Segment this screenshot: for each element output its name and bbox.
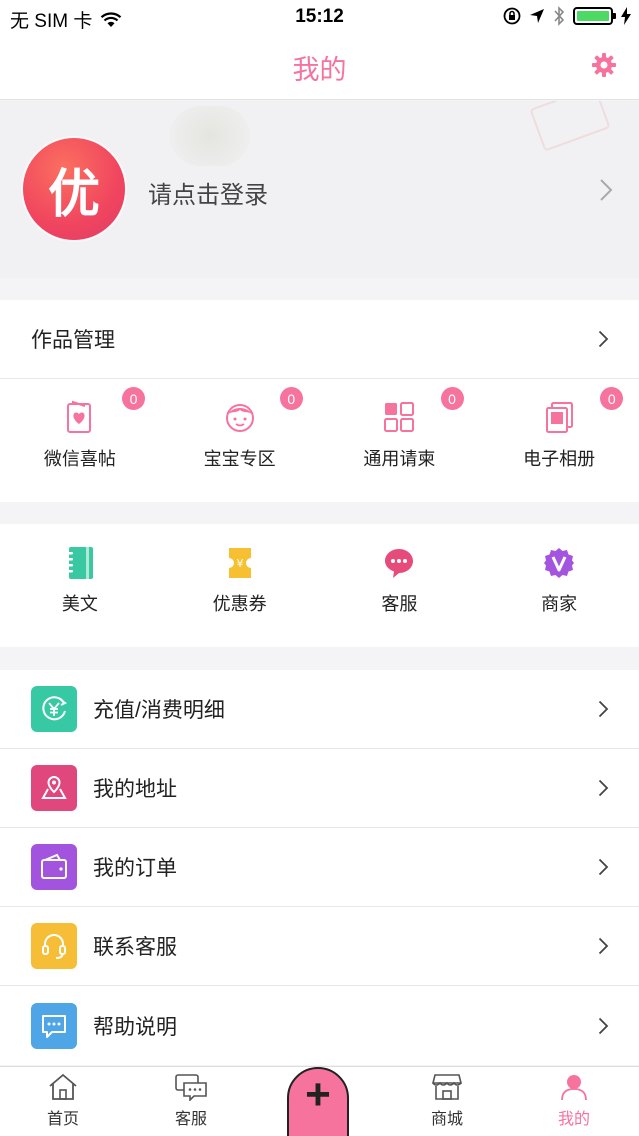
grid-icon: [384, 402, 415, 432]
orientation-lock-icon: [503, 7, 521, 25]
profile-header[interactable]: 优 请点击登录: [0, 101, 639, 278]
avatar[interactable]: 优: [23, 138, 125, 240]
menu-item-recharge-details[interactable]: 充值/消费明细: [0, 670, 639, 749]
create-button[interactable]: +: [287, 1067, 349, 1136]
chevron-right-icon: [598, 1017, 609, 1034]
baby-face-icon: [225, 404, 254, 432]
menu-item-label: 充值/消费明细: [93, 699, 225, 722]
features-section: 美文 ¥ 优惠券 客服 商家: [0, 524, 639, 647]
tab-mine[interactable]: 我的: [534, 1073, 614, 1129]
feature-articles[interactable]: 美文: [0, 524, 160, 616]
tab-customer-service[interactable]: 客服: [151, 1073, 231, 1129]
menu-item-my-orders[interactable]: 我的订单: [0, 828, 639, 907]
chevron-right-icon: [598, 779, 609, 797]
status-right: [503, 6, 631, 26]
status-bar: 无 SIM 卡 15:12: [0, 0, 639, 36]
works-item-wedding-invitation[interactable]: 微信喜帖 0: [0, 379, 160, 471]
feature-label: 美文: [61, 594, 98, 614]
chat-bubble-icon: [385, 549, 414, 578]
chevron-right-icon: [600, 179, 613, 201]
bluetooth-icon: [554, 6, 565, 26]
vip-badge-icon: [544, 548, 575, 578]
invitation-card-icon: [66, 400, 91, 433]
works-item-label: 微信喜帖: [43, 449, 116, 469]
wallet-icon: [31, 844, 77, 890]
menu-item-contact-service[interactable]: 联系客服: [0, 907, 639, 986]
menu-item-label: 我的订单: [93, 857, 177, 880]
count-badge: 0: [279, 387, 303, 410]
count-badge: 0: [122, 387, 145, 410]
tab-label: 我的: [557, 1111, 590, 1128]
works-management-row[interactable]: 作品管理: [0, 300, 639, 379]
feature-merchant[interactable]: 商家: [479, 524, 639, 616]
feature-coupons[interactable]: ¥ 优惠券: [160, 524, 320, 616]
location-map-icon: [31, 765, 77, 811]
gear-icon[interactable]: [591, 52, 617, 78]
tab-label: 首页: [46, 1111, 79, 1128]
menu-list: 充值/消费明细 我的地址 我的订单 联系客服 帮助说明: [0, 670, 639, 1065]
background-frame: [529, 101, 611, 152]
location-arrow-icon: [530, 9, 544, 23]
count-badge: 0: [440, 387, 464, 410]
svg-text:¥: ¥: [236, 557, 243, 570]
menu-item-label: 帮助说明: [93, 1015, 177, 1039]
background-flowers: [170, 106, 250, 166]
works-management-label: 作品管理: [31, 329, 115, 352]
feature-label: 优惠券: [212, 594, 267, 614]
coupon-icon: ¥: [228, 548, 251, 578]
nav-bar: 我的: [0, 36, 639, 100]
works-item-general-invitation[interactable]: 通用请柬 0: [320, 379, 480, 471]
menu-item-my-address[interactable]: 我的地址: [0, 749, 639, 828]
chat-icon: [175, 1074, 207, 1101]
features-grid: 美文 ¥ 优惠券 客服 商家: [0, 524, 639, 616]
headset-icon: [31, 923, 77, 969]
works-item-label: 电子相册: [523, 449, 596, 469]
feature-customer-service[interactable]: 客服: [320, 524, 480, 616]
chevron-right-icon: [598, 937, 609, 955]
user-icon: [561, 1075, 587, 1101]
login-prompt[interactable]: 请点击登录: [148, 175, 268, 210]
works-section: 作品管理 微信喜帖 0 宝宝专区 0 通用请柬 0 电子相册 0: [0, 300, 639, 502]
page-title: 我的: [292, 55, 347, 85]
charging-icon: [621, 7, 631, 25]
works-grid: 微信喜帖 0 宝宝专区 0 通用请柬 0 电子相册 0: [0, 379, 639, 471]
feature-label: 客服: [381, 594, 418, 614]
tab-label: 商城: [430, 1111, 463, 1128]
tab-store[interactable]: 商城: [407, 1073, 487, 1129]
photo-album-icon: [546, 402, 574, 433]
chevron-right-icon: [598, 700, 609, 718]
menu-item-help[interactable]: 帮助说明: [0, 986, 639, 1065]
count-badge: 0: [600, 387, 624, 410]
tab-home[interactable]: 首页: [23, 1073, 103, 1129]
tab-label: 客服: [174, 1111, 207, 1128]
yen-circle-icon: [31, 686, 77, 732]
menu-item-label: 联系客服: [93, 936, 177, 959]
battery-icon: [573, 7, 616, 25]
works-item-label: 宝宝专区: [203, 449, 276, 469]
chevron-right-icon: [598, 330, 609, 348]
chevron-right-icon: [598, 858, 609, 876]
works-item-label: 通用请柬: [363, 449, 436, 469]
store-icon: [431, 1074, 463, 1100]
notebook-icon: [66, 547, 93, 579]
works-item-photo-album[interactable]: 电子相册 0: [479, 379, 639, 471]
plus-icon: +: [305, 1070, 331, 1119]
menu-item-label: 我的地址: [93, 778, 177, 801]
feature-label: 商家: [541, 594, 578, 614]
avatar-logo-text: 优: [47, 165, 100, 224]
message-icon: [31, 1002, 77, 1049]
works-item-baby-zone[interactable]: 宝宝专区 0: [160, 379, 320, 471]
home-icon: [49, 1073, 77, 1100]
